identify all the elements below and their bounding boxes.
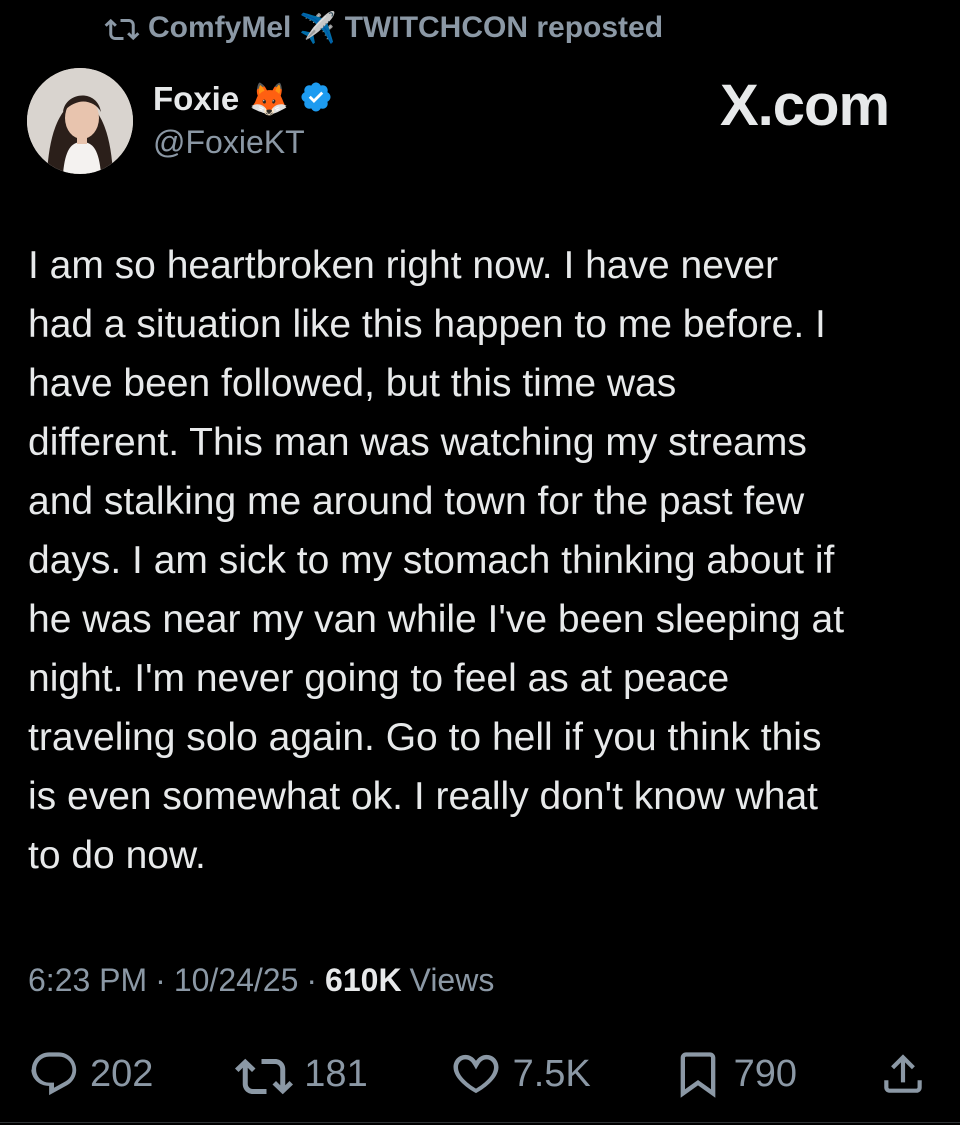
reply-button[interactable]: 202 bbox=[28, 1048, 153, 1100]
repost-count: 181 bbox=[304, 1052, 368, 1095]
verified-badge-icon bbox=[299, 80, 333, 119]
like-button[interactable]: 7.5K bbox=[449, 1047, 591, 1101]
views-count: 610K bbox=[325, 961, 402, 998]
reposter-name[interactable]: ComfyMel bbox=[148, 11, 291, 45]
author-handle[interactable]: @FoxieKT bbox=[153, 124, 305, 161]
x-logo: X.com bbox=[720, 73, 890, 138]
repost-icon bbox=[104, 13, 140, 43]
reposter-suffix: TWITCHCON reposted bbox=[344, 11, 664, 44]
reposter-emoji: ✈️ bbox=[299, 11, 337, 45]
repost-banner[interactable]: ComfyMel ✈️ TWITCHCON reposted bbox=[104, 6, 663, 50]
like-count: 7.5K bbox=[512, 1052, 591, 1095]
author-emoji: 🦊 bbox=[249, 81, 290, 117]
tweet-time[interactable]: 6:23 PM bbox=[28, 962, 147, 999]
meta-separator: · bbox=[306, 961, 318, 998]
tweet-text: I am so heartbroken right now. I have ne… bbox=[28, 244, 845, 877]
meta-separator: · bbox=[155, 961, 166, 998]
heart-icon bbox=[449, 1047, 503, 1101]
share-button[interactable] bbox=[878, 1049, 928, 1099]
bookmark-button[interactable]: 790 bbox=[672, 1045, 797, 1103]
reply-icon bbox=[28, 1048, 80, 1100]
bookmark-icon bbox=[672, 1045, 724, 1103]
author-name-row[interactable]: Foxie 🦊 bbox=[153, 76, 333, 122]
divider bbox=[0, 1122, 960, 1123]
repost-button[interactable]: 181 bbox=[234, 1048, 368, 1100]
author-display-name[interactable]: Foxie bbox=[153, 80, 239, 118]
action-bar: 202 181 7.5K 790 bbox=[28, 1040, 928, 1108]
share-icon bbox=[878, 1049, 928, 1099]
reply-count: 202 bbox=[90, 1052, 154, 1095]
avatar[interactable] bbox=[27, 68, 133, 174]
repost-icon bbox=[234, 1048, 294, 1100]
tweet-date[interactable]: 10/24/25 bbox=[174, 962, 299, 999]
tweet-meta: 6:23 PM · 10/24/25 · 610K Views bbox=[28, 956, 494, 1004]
bookmark-count: 790 bbox=[733, 1052, 798, 1095]
views-label: Views bbox=[409, 961, 495, 998]
